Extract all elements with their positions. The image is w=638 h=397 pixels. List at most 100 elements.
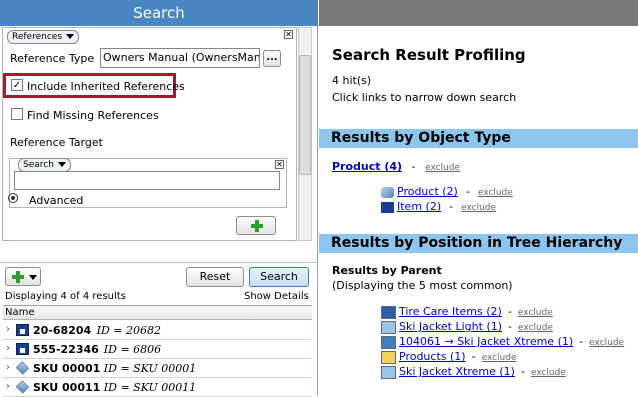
separator: - bbox=[508, 320, 513, 333]
divider bbox=[0, 262, 318, 263]
folder-light-icon bbox=[381, 320, 396, 334]
result-code: SKU 00001 bbox=[33, 362, 101, 375]
result-code: SKU 00011 bbox=[33, 381, 101, 394]
parent-link[interactable]: Ski Jacket Light (1) bbox=[399, 320, 502, 333]
reference-target-input[interactable] bbox=[14, 171, 280, 190]
reference-target-label: Reference Target bbox=[10, 136, 103, 149]
search-dropdown[interactable]: Search bbox=[18, 157, 71, 172]
type-link[interactable]: Product (2) bbox=[397, 185, 458, 198]
chevron-down-icon bbox=[66, 34, 75, 39]
product-type-link[interactable]: Product (4) bbox=[332, 160, 402, 173]
product-type-row: Product (4) - exclude bbox=[332, 160, 460, 173]
add-button[interactable] bbox=[236, 216, 276, 235]
parent-link[interactable]: 104061 → Ski Jacket Xtreme (1) bbox=[399, 335, 573, 348]
results-count: Displaying 4 of 4 results bbox=[5, 291, 126, 302]
type-row: Product (2) - exclude bbox=[381, 185, 513, 198]
product-icon bbox=[381, 186, 394, 198]
close-icon[interactable]: ✕ bbox=[284, 30, 293, 39]
close-icon[interactable]: ✕ bbox=[275, 160, 284, 169]
advanced-toggle-icon[interactable] bbox=[8, 193, 18, 203]
expand-arrow-icon[interactable]: › bbox=[6, 362, 10, 373]
exclude-link[interactable]: exclude bbox=[531, 368, 566, 378]
by-position-section-title: Results by Position in Tree Hierarchy bbox=[319, 234, 638, 253]
separator: - bbox=[471, 350, 476, 363]
reference-type-field[interactable]: Owners Manual (OwnersManual) bbox=[100, 48, 260, 68]
references-dropdown[interactable]: References bbox=[7, 29, 80, 44]
result-detail: ID = SKU 00011 bbox=[103, 381, 197, 394]
reset-button[interactable]: Reset bbox=[186, 267, 244, 287]
table-row[interactable]: › 555-22346 ID = 6806 bbox=[3, 340, 312, 359]
include-inherited-checkbox[interactable]: ✓ bbox=[11, 79, 23, 91]
separator: - bbox=[449, 200, 454, 213]
parent-link[interactable]: Ski Jacket Xtreme (1) bbox=[399, 365, 515, 378]
table-row[interactable]: › SKU 00011 ID = SKU 00011 bbox=[3, 378, 312, 397]
expand-arrow-icon[interactable]: › bbox=[6, 343, 10, 354]
result-code: 20-68204 bbox=[33, 324, 92, 337]
by-parent-label: Results by Parent bbox=[332, 264, 442, 277]
item-icon bbox=[381, 201, 394, 213]
parent-row: Ski Jacket Xtreme (1) - exclude bbox=[381, 365, 566, 379]
parent-row: Tire Care Items (2) - exclude bbox=[381, 305, 553, 319]
profiling-header-bar bbox=[319, 0, 638, 26]
result-detail: ID = 6806 bbox=[103, 343, 162, 356]
product-icon bbox=[15, 380, 30, 394]
include-inherited-label: Include Inherited References bbox=[27, 80, 185, 93]
exclude-link[interactable]: exclude bbox=[461, 203, 496, 213]
profiling-panel: Search Result Profiling 4 hit(s) Click l… bbox=[319, 26, 638, 395]
by-type-section-title: Results by Object Type bbox=[319, 129, 638, 148]
exclude-link[interactable]: exclude bbox=[425, 163, 460, 173]
product-icon bbox=[15, 361, 30, 375]
folder-yellow-icon bbox=[381, 350, 396, 364]
table-row[interactable]: › 20-68204 ID = 20682 bbox=[3, 321, 312, 340]
add-menu-button[interactable] bbox=[5, 267, 41, 286]
scrollbar-thumb[interactable] bbox=[299, 55, 311, 175]
parent-link[interactable]: Tire Care Items (2) bbox=[399, 305, 502, 318]
result-code: 555-22346 bbox=[33, 343, 99, 356]
separator: - bbox=[465, 185, 470, 198]
result-detail: ID = 20682 bbox=[96, 324, 161, 337]
chevron-down-icon bbox=[57, 162, 66, 167]
plus-icon bbox=[12, 271, 24, 283]
parent-link[interactable]: Products (1) bbox=[399, 350, 466, 363]
hint-text: Click links to narrow down search bbox=[332, 91, 517, 104]
parent-row: Ski Jacket Light (1) - exclude bbox=[381, 320, 553, 334]
item-icon bbox=[16, 343, 29, 355]
parent-row: Products (1) - exclude bbox=[381, 350, 517, 364]
hits-count: 4 hit(s) bbox=[332, 74, 372, 87]
search-panel-title: Search bbox=[0, 0, 318, 26]
exclude-link[interactable]: exclude bbox=[518, 308, 553, 318]
exclude-link[interactable]: exclude bbox=[518, 323, 553, 333]
separator: - bbox=[507, 305, 512, 318]
advanced-link[interactable]: Advanced bbox=[29, 194, 83, 207]
exclude-link[interactable]: exclude bbox=[478, 188, 513, 198]
type-link[interactable]: Item (2) bbox=[397, 200, 441, 213]
parent-row: 104061 → Ski Jacket Xtreme (1) - exclude bbox=[381, 335, 624, 349]
search-button[interactable]: Search bbox=[249, 267, 309, 287]
reference-type-label: Reference Type bbox=[10, 52, 95, 65]
table-row[interactable]: › SKU 00001 ID = SKU 00001 bbox=[3, 359, 312, 378]
folder-light-icon bbox=[381, 365, 396, 379]
chevron-down-icon bbox=[29, 275, 37, 280]
folder-blue-icon bbox=[381, 305, 396, 319]
results-table: Name › 20-68204 ID = 20682 › 555-22346 ID = 6… bbox=[3, 305, 312, 397]
plus-icon bbox=[251, 220, 263, 232]
expand-arrow-icon[interactable]: › bbox=[6, 324, 10, 335]
exclude-link[interactable]: exclude bbox=[482, 353, 517, 363]
expand-arrow-icon[interactable]: › bbox=[6, 381, 10, 392]
show-details-link[interactable]: Show Details bbox=[244, 291, 309, 302]
profiling-title: Search Result Profiling bbox=[332, 46, 526, 64]
folder-teal-icon bbox=[381, 335, 396, 349]
type-row: Item (2) - exclude bbox=[381, 200, 496, 213]
separator: - bbox=[520, 365, 525, 378]
browse-button[interactable]: ... bbox=[263, 50, 281, 67]
result-detail: ID = SKU 00001 bbox=[103, 362, 197, 375]
find-missing-checkbox[interactable] bbox=[11, 108, 23, 120]
by-parent-note: (Displaying the 5 most common) bbox=[332, 279, 513, 292]
separator: - bbox=[579, 335, 584, 348]
reference-search-box: References ✕ Reference Type Owners Manua… bbox=[2, 27, 297, 241]
separator: - bbox=[411, 160, 416, 173]
name-column-header[interactable]: Name bbox=[3, 306, 312, 320]
find-missing-label: Find Missing References bbox=[27, 109, 159, 122]
item-icon bbox=[16, 324, 29, 336]
exclude-link[interactable]: exclude bbox=[589, 338, 624, 348]
